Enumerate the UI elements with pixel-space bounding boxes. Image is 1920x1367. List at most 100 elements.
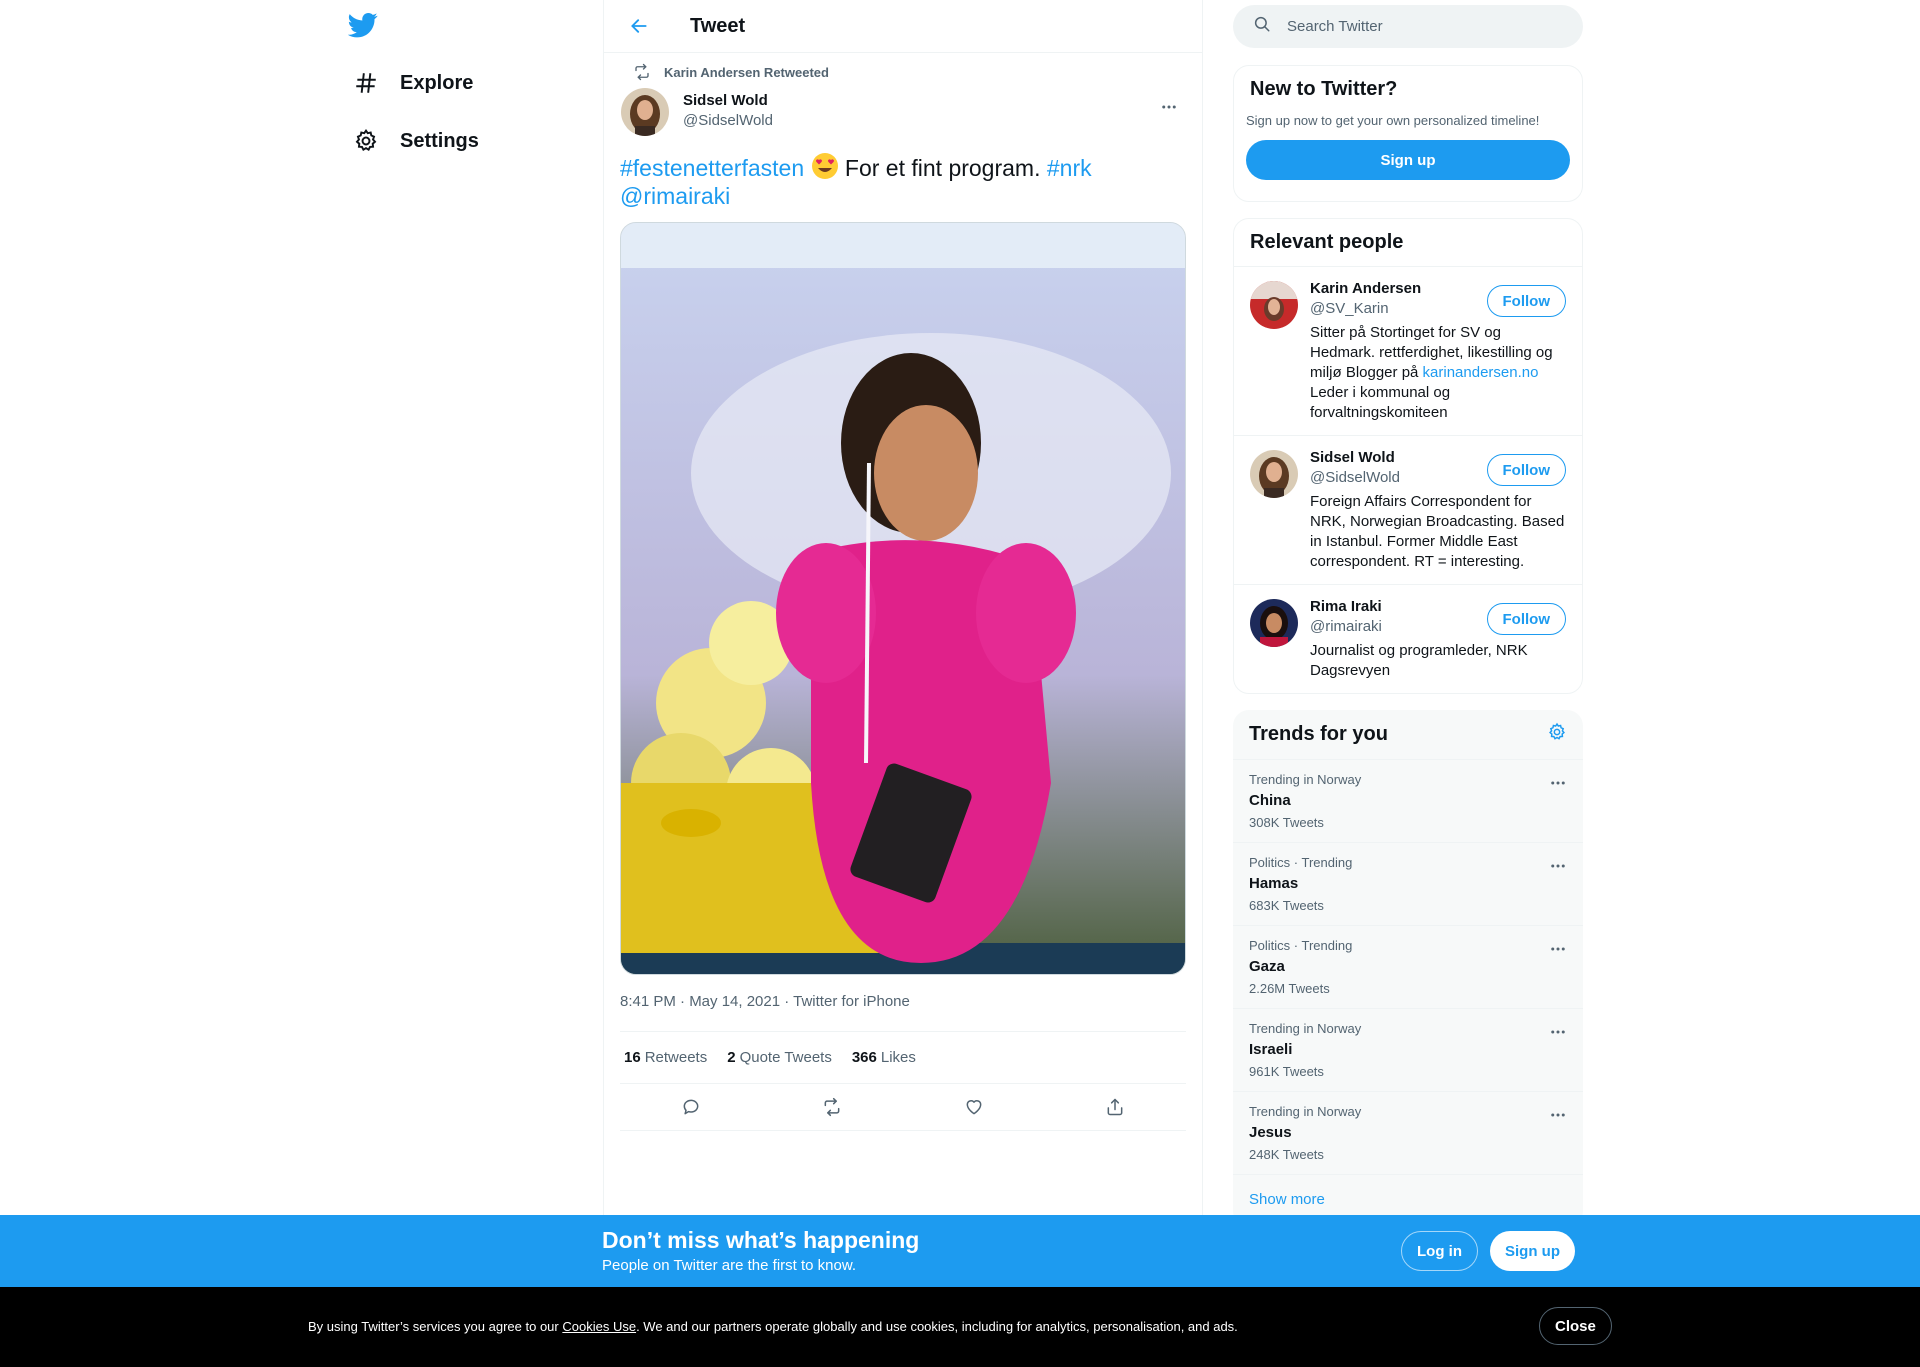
trends-title: Trends for you bbox=[1249, 723, 1388, 745]
avatar[interactable] bbox=[1250, 281, 1298, 329]
hashtag-link[interactable]: #festenetterfasten bbox=[620, 155, 804, 181]
more-options-icon[interactable] bbox=[1549, 940, 1567, 963]
login-button[interactable]: Log in bbox=[1401, 1231, 1478, 1271]
bio-text: Leder i kommunal og forvaltningskomiteen bbox=[1310, 384, 1451, 421]
trend-name: China bbox=[1249, 792, 1291, 809]
trends-settings-gear-icon[interactable] bbox=[1547, 722, 1567, 747]
person-bio: Foreign Affairs Correspondent for NRK, N… bbox=[1310, 493, 1565, 570]
trend-item[interactable]: Politics · Trending Hamas 683K Tweets bbox=[1233, 843, 1583, 926]
quote-tweets-stat[interactable]: 2 Quote Tweets bbox=[727, 1049, 832, 1066]
likes-label: Likes bbox=[880, 1049, 916, 1066]
nav-item-explore[interactable]: Explore bbox=[340, 58, 485, 108]
tweet-author: Sidsel Wold @SidselWold bbox=[620, 86, 1186, 142]
person-bio: Journalist og programleder, NRK Dagsrevy… bbox=[1310, 642, 1528, 679]
twitter-logo-icon[interactable] bbox=[347, 10, 382, 44]
author-handle[interactable]: @SidselWold bbox=[683, 112, 773, 129]
reply-icon[interactable] bbox=[673, 1089, 709, 1125]
quotes-count: 2 bbox=[727, 1049, 736, 1066]
trend-context: Trending in Norway bbox=[1249, 772, 1362, 787]
trend-context: Politics · Trending bbox=[1249, 938, 1353, 953]
trend-item[interactable]: Trending in Norway China 308K Tweets bbox=[1233, 760, 1583, 843]
page-title: Tweet bbox=[690, 14, 746, 37]
relevant-people-card: Relevant people Karin Andersen @SV_Karin… bbox=[1233, 218, 1583, 694]
retweeted-by-label: Karin Andersen Retweeted bbox=[664, 64, 829, 80]
trend-count: 308K Tweets bbox=[1249, 815, 1324, 830]
follow-button[interactable]: Follow bbox=[1486, 285, 1566, 317]
author-name[interactable]: Sidsel Wold bbox=[683, 92, 768, 109]
cookie-close-button[interactable]: Close bbox=[1539, 1307, 1612, 1345]
search-input[interactable] bbox=[1287, 18, 1547, 35]
more-options-icon[interactable] bbox=[1152, 92, 1186, 122]
banner-title: Don’t miss what’s happening bbox=[602, 1227, 920, 1253]
tweet-stats: 16 Retweets 2 Quote Tweets 366 Likes bbox=[620, 1031, 1186, 1083]
retweet-context[interactable]: Karin Andersen Retweeted bbox=[620, 62, 1186, 82]
trend-count: 2.26M Tweets bbox=[1249, 981, 1330, 996]
more-options-icon[interactable] bbox=[1549, 1106, 1567, 1129]
more-options-icon[interactable] bbox=[1549, 857, 1567, 880]
heart-eyes-emoji-icon bbox=[811, 152, 839, 180]
person-rima-iraki[interactable]: Rima Iraki @rimairaki Journalist og prog… bbox=[1234, 585, 1582, 693]
tweet-photo[interactable] bbox=[620, 222, 1186, 975]
likes-count: 366 bbox=[851, 1049, 877, 1066]
new-to-twitter-subtitle: Sign up now to get your own personalized… bbox=[1246, 113, 1540, 128]
relevant-people-title: Relevant people bbox=[1250, 231, 1404, 253]
tweet-text: #festenetterfasten For et fint program. … bbox=[620, 152, 1160, 210]
right-sidebar: New to Twitter? Sign up now to get your … bbox=[1233, 0, 1583, 1227]
trend-item[interactable]: Politics · Trending Gaza 2.26M Tweets bbox=[1233, 926, 1583, 1009]
cookies-use-link[interactable]: Cookies Use bbox=[562, 1319, 636, 1334]
trend-count: 248K Tweets bbox=[1249, 1147, 1324, 1162]
avatar[interactable] bbox=[1250, 599, 1298, 647]
cookie-text-post: . We and our partners operate globally a… bbox=[636, 1319, 1238, 1334]
follow-button[interactable]: Follow bbox=[1486, 454, 1566, 486]
hashtag-link[interactable]: #nrk bbox=[1047, 155, 1092, 181]
nav-label-explore: Explore bbox=[400, 71, 474, 94]
trend-name: Hamas bbox=[1249, 875, 1299, 892]
banner-subtitle: People on Twitter are the first to know. bbox=[602, 1257, 857, 1274]
trend-name: Gaza bbox=[1249, 958, 1285, 975]
back-arrow-icon[interactable] bbox=[622, 9, 656, 43]
cookie-text: By using Twitter’s services you agree to… bbox=[308, 1319, 1238, 1334]
retweets-count: 16 bbox=[624, 1049, 641, 1066]
retweet-icon[interactable] bbox=[814, 1089, 850, 1125]
trend-count: 683K Tweets bbox=[1249, 898, 1324, 913]
sidebar-signup-button[interactable]: Sign up bbox=[1246, 140, 1570, 180]
trend-name: Jesus bbox=[1249, 1124, 1292, 1141]
person-sidsel-wold[interactable]: Sidsel Wold @SidselWold Foreign Affairs … bbox=[1234, 436, 1582, 585]
share-icon[interactable] bbox=[1097, 1089, 1133, 1125]
main-header: Tweet bbox=[604, 0, 1202, 53]
cookie-bar: By using Twitter’s services you agree to… bbox=[0, 1287, 1920, 1367]
tweet-timestamp[interactable]: 8:41 PM · May 14, 2021 · Twitter for iPh… bbox=[620, 993, 1186, 1015]
nav-item-settings[interactable]: Settings bbox=[340, 116, 491, 166]
retweet-icon bbox=[626, 63, 658, 81]
follow-button[interactable]: Follow bbox=[1486, 603, 1566, 635]
more-options-icon[interactable] bbox=[1549, 1023, 1567, 1046]
trend-item[interactable]: Trending in Norway Jesus 248K Tweets bbox=[1233, 1092, 1583, 1175]
signup-banner: Don’t miss what’s happening People on Tw… bbox=[0, 1215, 1920, 1287]
gear-icon bbox=[352, 127, 380, 155]
tweet: Karin Andersen Retweeted Sidsel Wold @Si… bbox=[604, 62, 1202, 1131]
bio-link[interactable]: karinandersen.no bbox=[1423, 364, 1539, 381]
tweet-actions bbox=[620, 1083, 1186, 1131]
nav-label-settings: Settings bbox=[400, 129, 479, 152]
trend-count: 961K Tweets bbox=[1249, 1064, 1324, 1079]
banner-signup-button[interactable]: Sign up bbox=[1490, 1231, 1575, 1271]
mention-link[interactable]: @rimairaki bbox=[620, 183, 730, 209]
trends-card: Trends for you Trending in Norway China … bbox=[1233, 710, 1583, 1227]
likes-stat[interactable]: 366 Likes bbox=[852, 1049, 916, 1066]
trend-context: Politics · Trending bbox=[1249, 855, 1353, 870]
hashtag-icon bbox=[352, 69, 380, 97]
trend-item[interactable]: Trending in Norway Israeli 961K Tweets bbox=[1233, 1009, 1583, 1092]
search-box[interactable] bbox=[1233, 5, 1583, 48]
tweet-body-text: For et fint program. bbox=[838, 155, 1047, 181]
more-options-icon[interactable] bbox=[1549, 774, 1567, 797]
trends-header: Trends for you bbox=[1233, 710, 1583, 760]
cookie-text-pre: By using Twitter’s services you agree to… bbox=[308, 1319, 563, 1334]
like-heart-icon[interactable] bbox=[956, 1089, 992, 1125]
trend-context: Trending in Norway bbox=[1249, 1104, 1362, 1119]
avatar[interactable] bbox=[621, 88, 669, 136]
retweets-stat[interactable]: 16 Retweets bbox=[624, 1049, 707, 1066]
new-to-twitter-title: New to Twitter? bbox=[1250, 78, 1398, 100]
trend-context: Trending in Norway bbox=[1249, 1021, 1362, 1036]
person-karin-andersen[interactable]: Karin Andersen @SV_Karin Sitter på Stort… bbox=[1234, 267, 1582, 436]
avatar[interactable] bbox=[1250, 450, 1298, 498]
